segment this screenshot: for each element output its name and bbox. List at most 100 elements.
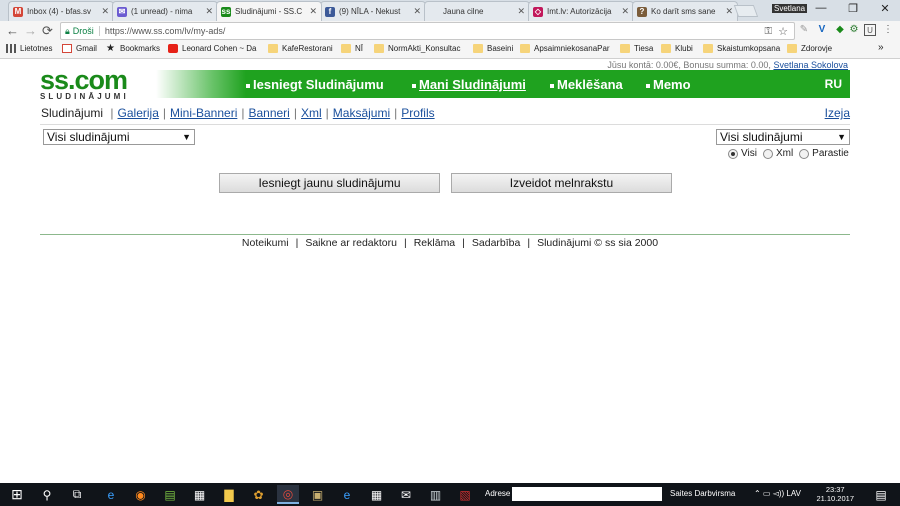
close-window-button[interactable]: ✕ <box>870 2 900 15</box>
subnav-link[interactable]: Maksājumi <box>333 106 390 120</box>
bookmark-item[interactable]: ApsaimniekosanaPar <box>520 44 610 53</box>
url-text[interactable]: https://www.ss.com/lv/my-ads/ <box>105 26 226 36</box>
menu-dots-icon[interactable]: ⋮ <box>882 24 894 36</box>
menu-my-ads[interactable]: Mani Sludinājumi <box>412 77 526 92</box>
bookmark-item[interactable]: Lietotnes <box>6 44 52 53</box>
browser-tab[interactable]: Jauna cilne ✕ <box>424 1 530 21</box>
folder-icon <box>520 44 530 53</box>
file-explorer-icon[interactable]: ▇ <box>218 485 240 504</box>
browser-tab[interactable]: M Inbox (4) - bfas.sv ✕ <box>8 1 114 21</box>
radio-xml[interactable] <box>762 148 773 159</box>
close-tab-icon[interactable]: ✕ <box>517 6 525 17</box>
key-icon[interactable]: ⚿ <box>765 26 773 37</box>
bookmark-item[interactable]: ★ Bookmarks <box>106 44 160 54</box>
chrome-icon[interactable]: ◎ <box>277 485 299 504</box>
footer-link[interactable]: Reklāma <box>414 237 455 249</box>
radio-regular[interactable] <box>799 148 810 159</box>
subnav-link[interactable]: Mini-Banneri <box>170 106 237 120</box>
task-view-icon[interactable]: ⧉ <box>66 485 88 504</box>
clock[interactable]: 23:37 21.10.2017 <box>816 485 854 503</box>
menu-search[interactable]: Meklēšana <box>550 77 623 92</box>
bookmark-item[interactable]: Skaistumkopsana <box>703 44 780 53</box>
firefox-icon[interactable]: ◉ <box>130 485 152 504</box>
mail-icon[interactable]: ✉ <box>395 485 417 504</box>
toolbar-links[interactable]: Saites Darbvirsma <box>670 489 735 498</box>
extension-u-icon[interactable]: U <box>864 24 876 36</box>
edge-icon[interactable]: e <box>100 485 122 504</box>
ads-filter-select-left[interactable]: Visi sludinājumi ▼ <box>43 129 195 145</box>
forward-button[interactable]: → <box>24 23 37 38</box>
bookmark-label: Lietotnes <box>20 44 53 53</box>
bookmark-star-icon[interactable]: ☆ <box>778 25 788 38</box>
browser-tab[interactable]: ◇ Imt.lv: Autorizācija ✕ <box>528 1 634 21</box>
search-icon[interactable]: ⚲ <box>36 485 58 504</box>
bookmark-item[interactable]: Klubi <box>661 44 693 53</box>
close-tab-icon[interactable]: ✕ <box>621 6 629 17</box>
create-draft-button[interactable]: Izveidot melnrakstu <box>451 173 672 193</box>
bookmark-label: KafeRestorani <box>282 44 333 53</box>
extension-v-icon[interactable]: V <box>816 24 828 36</box>
bookmark-item[interactable]: Leonard Cohen ~ Da <box>168 44 257 53</box>
ad-type-radios: Visi Xml Parastie <box>728 148 855 159</box>
extension-pen-icon[interactable]: ✎ <box>798 24 810 36</box>
bookmark-item[interactable]: Tiesa <box>620 44 653 53</box>
subnav-link[interactable]: Xml <box>301 106 322 120</box>
photos-icon[interactable]: ▤ <box>159 485 181 504</box>
close-tab-icon[interactable]: ✕ <box>413 6 421 17</box>
bookmark-item[interactable]: Zdorovje <box>787 44 832 53</box>
windows-taskbar: ⊞ ⚲ ⧉ e ◉ ▤ ▦ ▇ ✿ ◎ ▣ e ▦ ✉ ▥ ▧ Adrese Saites Darbvi… <box>0 483 900 506</box>
start-button[interactable]: ⊞ <box>6 485 28 504</box>
browser-tab[interactable]: f (9) NĪLA - Nekust ✕ <box>320 1 426 21</box>
document-icon[interactable]: ▥ <box>425 485 447 504</box>
browser-tab[interactable]: ✉ (1 unread) - nima ✕ <box>112 1 218 21</box>
window-user-badge[interactable]: Svetlana <box>772 4 808 13</box>
app-icon[interactable]: ✿ <box>248 485 270 504</box>
language-switch[interactable]: RU <box>825 77 842 91</box>
extension-green-icon[interactable]: ◆ <box>834 24 846 36</box>
bookmark-item[interactable]: NormAkti_Konsultac <box>374 44 460 53</box>
subnav-link[interactable]: Banneri <box>248 106 289 120</box>
radio-all[interactable] <box>728 148 738 159</box>
footer-link[interactable]: Noteikumi <box>242 237 289 249</box>
extension-gear-icon[interactable]: ⚙ <box>848 24 860 36</box>
bookmark-item[interactable]: Gmail <box>62 44 97 53</box>
logout-link[interactable]: Izeja <box>825 106 850 120</box>
minimize-button[interactable]: — <box>806 2 836 14</box>
tab-title: Ko darīt sms sane <box>651 7 716 16</box>
footer-link[interactable]: Sadarbība <box>472 237 520 249</box>
close-tab-icon[interactable]: ✕ <box>725 6 733 17</box>
bookmark-item[interactable]: NĪ <box>341 44 363 53</box>
store-icon[interactable]: ▦ <box>189 485 211 504</box>
omnibox[interactable]: 🔒︎ Droši https://www.ss.com/lv/my-ads/ ⚿… <box>60 22 795 40</box>
bookmark-label: NormAkti_Konsultac <box>388 44 461 53</box>
ie-icon[interactable]: e <box>336 485 358 504</box>
close-tab-icon[interactable]: ✕ <box>205 6 213 17</box>
folder-icon <box>473 44 483 53</box>
close-tab-icon[interactable]: ✕ <box>101 6 109 17</box>
browser-tab[interactable]: ss Sludinājumi - SS.C ✕ <box>216 1 322 21</box>
restore-button[interactable]: ❐ <box>838 2 868 15</box>
ads-filter-select-right[interactable]: Visi sludinājumi ▼ <box>716 129 850 145</box>
close-tab-icon[interactable]: ✕ <box>309 6 317 17</box>
subnav-link[interactable]: Galerija <box>118 106 159 120</box>
pdf-icon[interactable]: ▧ <box>454 485 476 504</box>
site-logo[interactable]: ss.com SLUDINĀJUMI <box>40 67 160 102</box>
notification-icon[interactable]: ▤ <box>870 485 892 504</box>
calculator-icon[interactable]: ▦ <box>366 485 388 504</box>
browser-tab[interactable]: ? Ko darīt sms sane ✕ <box>632 1 738 21</box>
bookmarks-more-button[interactable]: » <box>878 42 884 53</box>
address-toolbar-input[interactable] <box>512 487 662 501</box>
bookmark-item[interactable]: KafeRestorani <box>268 44 333 53</box>
menu-submit-ad[interactable]: Iesniegt Sludinājumu <box>246 77 384 92</box>
bookmark-item[interactable]: Baseini <box>473 44 513 53</box>
subnav-link[interactable]: Profils <box>401 106 434 120</box>
footer-link[interactable]: Saikne ar redaktoru <box>305 237 397 249</box>
system-tray-icons[interactable]: ⌃ ▭ ◅)) LAV <box>754 489 801 498</box>
notes-icon[interactable]: ▣ <box>307 485 329 504</box>
back-button[interactable]: ← <box>6 23 19 38</box>
reload-button[interactable]: ⟳ <box>42 23 53 39</box>
menu-memo[interactable]: Memo <box>646 77 691 92</box>
submit-new-ad-button[interactable]: Iesniegt jaunu sludinājumu <box>219 173 440 193</box>
question-icon: ? <box>637 6 647 17</box>
new-tab-button[interactable] <box>733 5 759 17</box>
